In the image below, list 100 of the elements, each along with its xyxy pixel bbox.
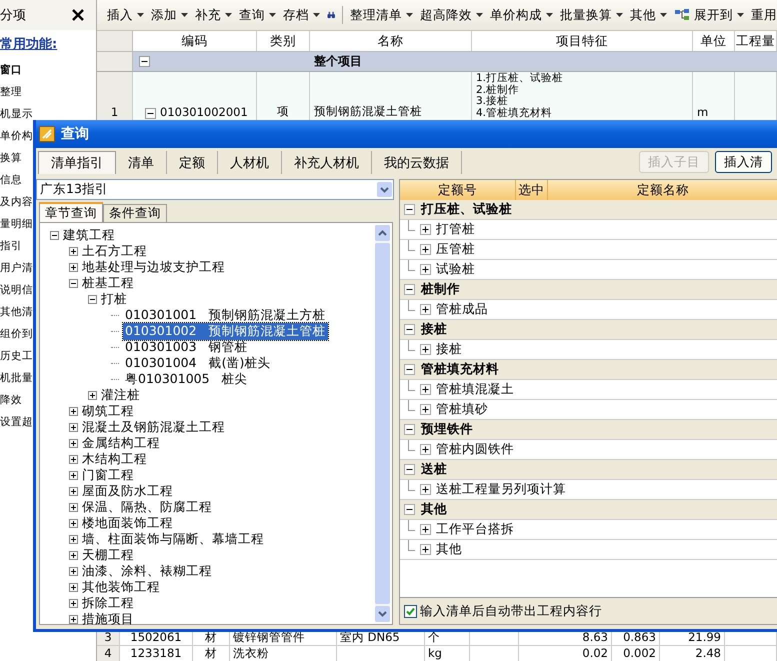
- expand-toggle-icon[interactable]: [69, 518, 78, 528]
- scroll-up-icon[interactable]: [375, 225, 390, 241]
- column-header[interactable]: 名称: [310, 31, 472, 51]
- tree-node[interactable]: 木结构工程: [82, 450, 147, 468]
- expand-toggle-icon[interactable]: [69, 582, 78, 592]
- quota-row[interactable]: 管桩填混凝土: [400, 380, 777, 400]
- expand-toggle-icon[interactable]: [69, 454, 78, 464]
- toolbar-menu[interactable]: 单价构成: [490, 6, 553, 24]
- tree-entry[interactable]: 010301004 截(凿)桩头: [123, 354, 272, 372]
- expand-toggle-icon[interactable]: [69, 550, 78, 560]
- collapse-toggle-icon[interactable]: [404, 424, 415, 435]
- expand-toggle-icon[interactable]: [420, 304, 431, 315]
- group-row[interactable]: 打压桩、试验桩: [400, 200, 777, 220]
- quota-row[interactable]: 打管桩: [400, 220, 777, 240]
- tree-node[interactable]: 保温、隔热、防腐工程: [82, 498, 212, 516]
- column-header[interactable]: 单位: [693, 31, 735, 51]
- expand-toggle-icon[interactable]: [69, 614, 78, 624]
- tree-node[interactable]: 门窗工程: [82, 466, 134, 484]
- tree-node[interactable]: 混凝土及钢筋混凝土工程: [82, 418, 225, 436]
- toolbar-menu[interactable]: 整理清单: [350, 6, 413, 24]
- expand-toggle-icon[interactable]: [420, 524, 431, 535]
- collapse-toggle-icon[interactable]: [404, 204, 415, 215]
- tree-node[interactable]: 砌筑工程: [82, 402, 134, 420]
- tree-node[interactable]: 措施项目: [82, 610, 134, 628]
- insert-button[interactable]: 插入清: [715, 151, 772, 173]
- expand-toggle-icon[interactable]: [69, 502, 78, 512]
- expand-toggle-icon[interactable]: [420, 444, 431, 455]
- toolbar-menu[interactable]: 批量换算: [560, 6, 623, 24]
- tree-node[interactable]: 屋面及防水工程: [82, 482, 173, 500]
- tree-entry[interactable]: 010301002 预制钢筋混凝土管桩: [123, 322, 328, 340]
- quota-row[interactable]: 工作平台搭拆: [400, 520, 777, 540]
- side-menu-item[interactable]: 整理: [0, 81, 96, 103]
- group-row[interactable]: 管桩填充材料: [400, 360, 777, 380]
- expand-toggle-icon[interactable]: [69, 406, 78, 416]
- expand-toggle-icon[interactable]: [420, 544, 431, 555]
- expand-toggle-icon[interactable]: [420, 224, 431, 235]
- tab[interactable]: 清单指引: [38, 151, 116, 174]
- tree-node[interactable]: 拆除工程: [82, 594, 134, 612]
- expand-toggle-icon[interactable]: [420, 244, 431, 255]
- collapse-toggle-icon[interactable]: [404, 364, 415, 375]
- toolbar-menu[interactable]: 查询: [239, 6, 276, 24]
- scroll-down-icon[interactable]: [375, 606, 390, 622]
- expand-toggle-icon[interactable]: [69, 262, 78, 272]
- tree-entry[interactable]: 粤010301005 桩尖: [123, 370, 250, 388]
- close-icon[interactable]: [72, 9, 84, 21]
- auto-fill-checkbox[interactable]: 输入清单后自动带出工程内容行: [400, 597, 777, 624]
- side-menu-item[interactable]: 窗口: [0, 59, 96, 81]
- tree-node[interactable]: 金属结构工程: [82, 434, 160, 452]
- collapse-toggle-icon[interactable]: [139, 56, 150, 67]
- tree-node[interactable]: 灌注桩: [101, 386, 140, 404]
- collapse-toggle-icon[interactable]: [404, 284, 415, 295]
- sub-tab[interactable]: 章节查询: [39, 202, 103, 222]
- expand-toggle-icon[interactable]: [69, 598, 78, 608]
- expand-toggle-icon[interactable]: [420, 384, 431, 395]
- tree-entry[interactable]: 010301003 钢管桩: [123, 338, 250, 356]
- toolbar-menu[interactable]: 添加: [151, 6, 188, 24]
- tree-node[interactable]: 桩基工程: [82, 274, 134, 292]
- column-header[interactable]: 类别: [257, 31, 310, 51]
- collapse-toggle-icon[interactable]: [404, 324, 415, 335]
- tree-node[interactable]: 建筑工程: [63, 226, 115, 244]
- expand-toggle-icon[interactable]: [69, 486, 78, 496]
- toolbar-menu[interactable]: 重用: [751, 6, 777, 24]
- toolbar-menu[interactable]: 展开到: [674, 6, 744, 24]
- expand-toggle-icon[interactable]: [69, 422, 78, 432]
- toolbar-menu[interactable]: 存档: [283, 6, 320, 24]
- collapse-toggle-icon[interactable]: [404, 464, 415, 475]
- toolbar-menu[interactable]: 补充: [195, 6, 232, 24]
- expand-toggle-icon[interactable]: [69, 534, 78, 544]
- column-header[interactable]: 项目特征: [472, 31, 693, 51]
- expand-toggle-icon[interactable]: [420, 264, 431, 275]
- tree-node[interactable]: 其他装饰工程: [82, 578, 160, 596]
- collapse-toggle-icon[interactable]: [69, 278, 78, 288]
- expand-toggle-icon[interactable]: [88, 390, 97, 400]
- toolbar-menu[interactable]: 插入: [107, 6, 144, 24]
- expand-toggle-icon[interactable]: [69, 438, 78, 448]
- quota-row[interactable]: 压管桩: [400, 240, 777, 260]
- tree-node[interactable]: 土石方工程: [82, 242, 147, 260]
- expand-toggle-icon[interactable]: [420, 484, 431, 495]
- group-row[interactable]: 送桩: [400, 460, 777, 480]
- tree-entry[interactable]: 010301001 预制钢筋混凝土方桩: [123, 306, 328, 324]
- expand-toggle-icon[interactable]: [420, 404, 431, 415]
- expand-toggle-icon[interactable]: [69, 566, 78, 576]
- library-dropdown[interactable]: 广东13指引: [36, 179, 394, 200]
- collapse-toggle-icon[interactable]: [88, 294, 97, 304]
- checkbox[interactable]: [404, 604, 417, 618]
- toolbar-menu[interactable]: 超高降效: [420, 6, 483, 24]
- column-header[interactable]: 工程量: [735, 31, 777, 51]
- collapse-toggle-icon[interactable]: [404, 504, 415, 515]
- toolbar-menu[interactable]: 其他: [630, 6, 667, 24]
- tree-node[interactable]: 地基处理与边坡支护工程: [82, 258, 225, 276]
- expand-toggle-icon[interactable]: [69, 470, 78, 480]
- scrollbar[interactable]: [375, 225, 390, 622]
- quota-row[interactable]: 其他: [400, 540, 777, 560]
- tree-node[interactable]: 墙、柱面装饰与隔断、幕墙工程: [82, 530, 264, 548]
- group-row[interactable]: 其他: [400, 500, 777, 520]
- group-row[interactable]: 预埋铁件: [400, 420, 777, 440]
- expand-toggle-icon[interactable]: [69, 246, 78, 256]
- expand-toggle-icon[interactable]: [420, 344, 431, 355]
- group-row[interactable]: 桩制作: [400, 280, 777, 300]
- tree-node[interactable]: 天棚工程: [82, 546, 134, 564]
